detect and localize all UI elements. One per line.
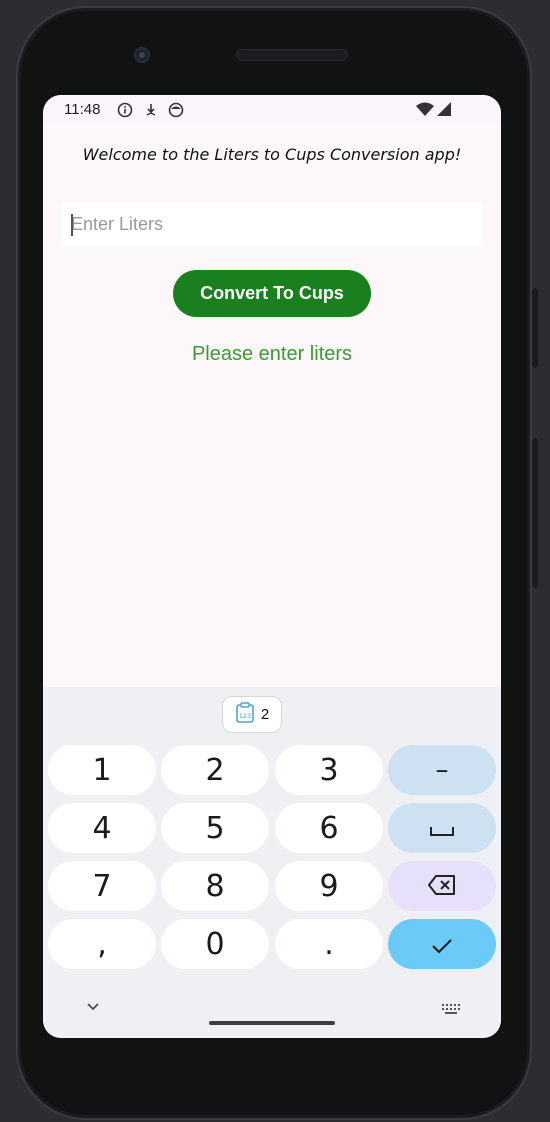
- front-camera: [134, 47, 150, 63]
- key-minus[interactable]: –: [388, 745, 496, 795]
- keyboard-icon[interactable]: [441, 1002, 461, 1020]
- key-5[interactable]: 5: [161, 803, 269, 853]
- key-9[interactable]: 9: [275, 861, 383, 911]
- key-4[interactable]: 4: [48, 803, 156, 853]
- key-backspace[interactable]: [388, 861, 496, 911]
- key-6[interactable]: 6: [275, 803, 383, 853]
- face-icon: [168, 102, 184, 123]
- screen: 11:48 Welcome to the Liters to Cups Conv…: [43, 95, 501, 1038]
- key-7[interactable]: 7: [48, 861, 156, 911]
- info-icon: [117, 102, 133, 123]
- key-0[interactable]: 0: [161, 919, 269, 969]
- key-comma[interactable]: ,: [48, 919, 156, 969]
- key-2[interactable]: 2: [161, 745, 269, 795]
- earpiece-speaker: [236, 49, 348, 61]
- backspace-icon: [427, 869, 457, 904]
- text-cursor: [71, 214, 73, 236]
- volume-button: [532, 438, 538, 588]
- convert-to-cups-button[interactable]: Convert To Cups: [173, 270, 371, 317]
- key-space[interactable]: [388, 803, 496, 853]
- download-icon: [144, 102, 158, 123]
- clipboard-count: 2: [260, 706, 270, 723]
- key-3[interactable]: 3: [275, 745, 383, 795]
- svg-text:123: 123: [239, 712, 251, 720]
- numeric-keyboard: 123 2 1 2 3 – 4 5 6 7 8 9 , 0 .: [43, 687, 501, 1038]
- liters-input[interactable]: [62, 202, 482, 247]
- clipboard-icon: 123: [235, 701, 255, 728]
- key-period[interactable]: .: [275, 919, 383, 969]
- key-done[interactable]: [388, 919, 496, 969]
- key-8[interactable]: 8: [161, 861, 269, 911]
- home-indicator[interactable]: [209, 1021, 335, 1025]
- chevron-down-icon[interactable]: [86, 999, 100, 1017]
- wifi-icon: [415, 101, 435, 122]
- check-icon: [431, 927, 453, 962]
- power-button: [532, 288, 538, 368]
- status-time: 11:48: [64, 101, 101, 118]
- space-icon: [429, 811, 455, 846]
- clipboard-chip[interactable]: 123 2: [222, 696, 282, 733]
- result-text: Please enter liters: [191, 343, 353, 365]
- signal-icon: [436, 101, 452, 122]
- key-1[interactable]: 1: [48, 745, 156, 795]
- welcome-text: Welcome to the Liters to Cups Conversion…: [82, 145, 462, 164]
- status-bar: 11:48: [43, 95, 501, 123]
